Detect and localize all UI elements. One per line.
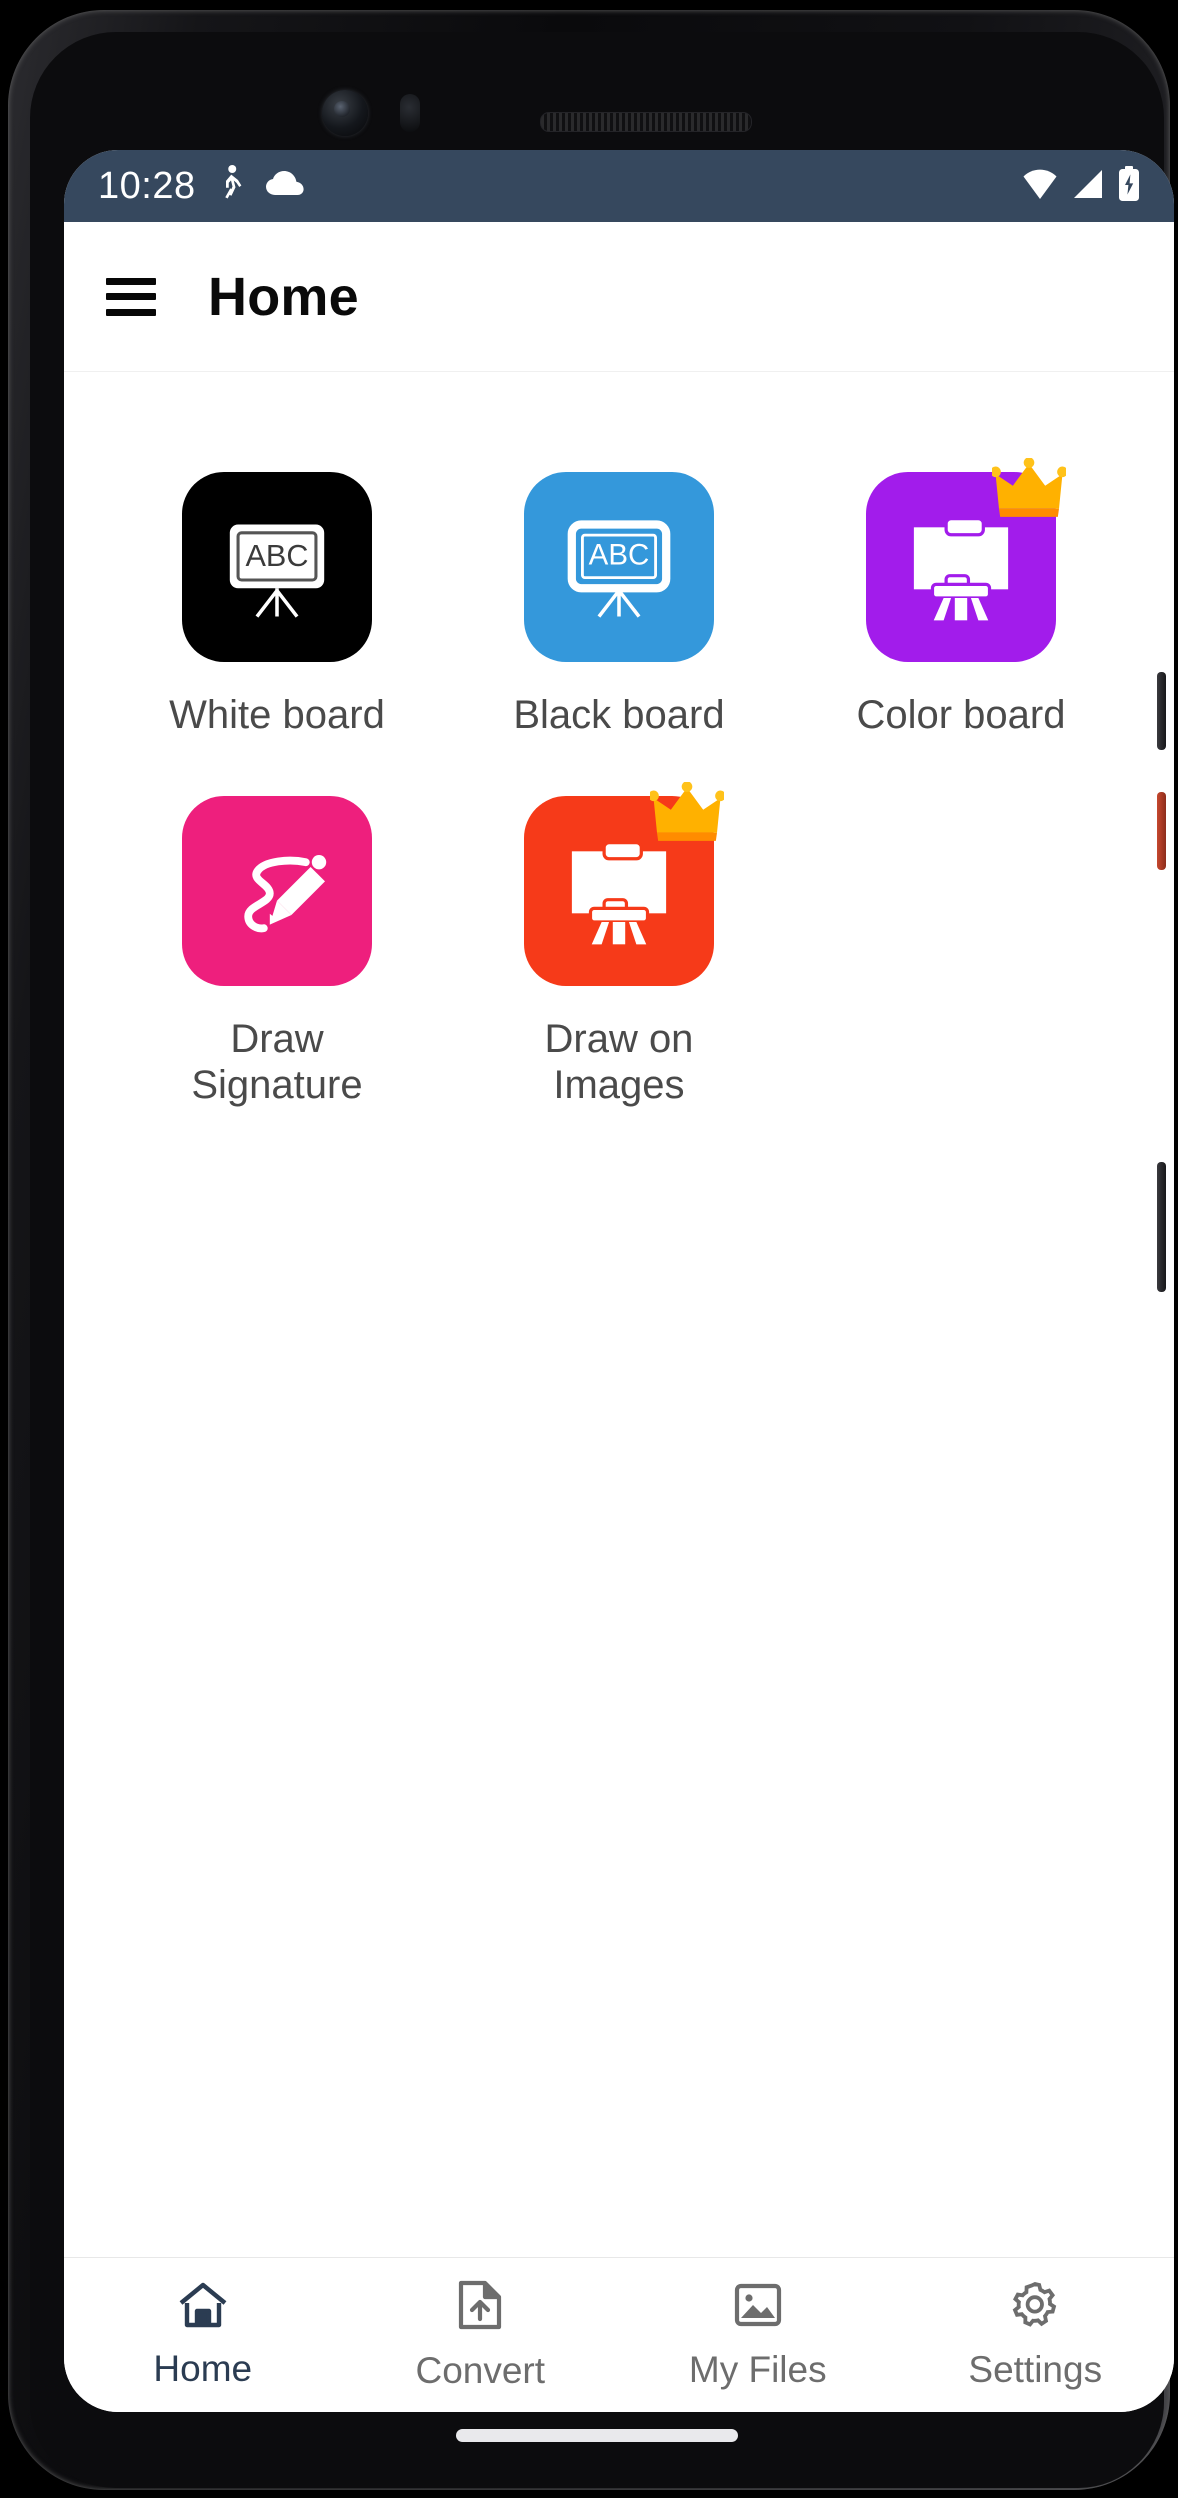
crown-premium-icon — [649, 782, 724, 841]
volume-down-button[interactable] — [1157, 1162, 1166, 1292]
nav-label: Home — [153, 2348, 253, 2389]
status-bar-right — [1022, 165, 1140, 207]
nav-label: My Files — [688, 2349, 827, 2390]
tool-tile[interactable]: ABC — [523, 472, 714, 662]
tool-tile[interactable] — [865, 458, 1066, 662]
tool-card-white-board[interactable]: ABC White board — [106, 472, 448, 738]
nav-item-my-files[interactable]: My Files — [619, 2280, 897, 2391]
crown-premium-icon — [991, 458, 1066, 517]
tool-label: Black board — [513, 693, 725, 737]
bottom-navigation-bar: Home Convert My Files Settings — [64, 2257, 1174, 2412]
home-content: ABC White board ABC Black board Color bo… — [64, 372, 1174, 2257]
wifi-icon — [1022, 168, 1058, 205]
tool-card-draw-on-images[interactable]: Draw on Images — [448, 782, 790, 1108]
image-icon — [733, 2280, 783, 2335]
nav-item-home[interactable]: Home — [64, 2281, 342, 2390]
cloud-icon — [265, 170, 304, 202]
canvas-easel-icon — [913, 517, 1009, 621]
nav-label: Convert — [415, 2350, 546, 2391]
tool-tile[interactable]: ABC — [181, 472, 372, 662]
front-camera-icon — [322, 90, 368, 136]
screenshot-root: 10:28 Home ABC White board ABC Black boa… — [0, 0, 1178, 2498]
nav-label: Settings — [968, 2349, 1103, 2390]
page-title: Home — [208, 266, 359, 327]
gear-icon — [1010, 2280, 1060, 2335]
file-upload-icon — [457, 2279, 503, 2336]
tool-card-color-board[interactable]: Color board — [790, 458, 1132, 738]
hamburger-line — [106, 308, 156, 316]
hamburger-line — [106, 293, 156, 300]
volume-up-button[interactable] — [1157, 672, 1166, 750]
tools-grid: ABC White board ABC Black board Color bo… — [64, 458, 1174, 1166]
walking-person-icon — [216, 164, 246, 209]
status-bar-clock: 10:28 — [98, 165, 196, 207]
board-text: ABC — [245, 539, 308, 573]
tool-tile[interactable] — [523, 782, 724, 986]
hamburger-line — [106, 277, 156, 285]
battery-charging-icon — [1118, 165, 1140, 207]
status-bar-left: 10:28 — [98, 164, 304, 209]
board-text: ABC — [589, 539, 650, 572]
earpiece-speaker — [540, 112, 752, 132]
proximity-sensor-icon — [400, 94, 420, 132]
phone-body: 10:28 Home ABC White board ABC Black boa… — [8, 10, 1174, 2490]
tool-card-draw-signature[interactable]: Draw Signature — [106, 796, 448, 1108]
home-icon — [177, 2281, 229, 2334]
pen-signature-icon — [244, 855, 327, 933]
tool-tile[interactable] — [181, 796, 372, 986]
nav-item-settings[interactable]: Settings — [897, 2280, 1175, 2391]
nav-item-convert[interactable]: Convert — [342, 2279, 620, 2392]
power-button[interactable] — [1157, 792, 1166, 870]
abc-easel-icon: ABC — [229, 524, 325, 618]
signal-icon — [1072, 168, 1104, 205]
tool-label: Draw Signature — [191, 1017, 363, 1107]
tool-label: Draw on Images — [544, 1017, 694, 1107]
phone-bezel: 10:28 Home ABC White board ABC Black boa… — [30, 32, 1174, 2488]
app-bar: Home — [64, 222, 1174, 372]
abc-easel-icon: ABC — [567, 520, 671, 618]
home-gesture-indicator[interactable] — [456, 2429, 738, 2442]
tool-card-black-board[interactable]: ABC Black board — [448, 472, 790, 738]
phone-screen: 10:28 Home ABC White board ABC Black boa… — [64, 150, 1174, 2412]
canvas-easel-icon — [571, 841, 667, 945]
status-bar: 10:28 — [64, 150, 1174, 222]
tool-label: White board — [169, 693, 385, 737]
hamburger-menu-icon[interactable] — [106, 277, 156, 316]
tool-label: Color board — [856, 693, 1066, 737]
